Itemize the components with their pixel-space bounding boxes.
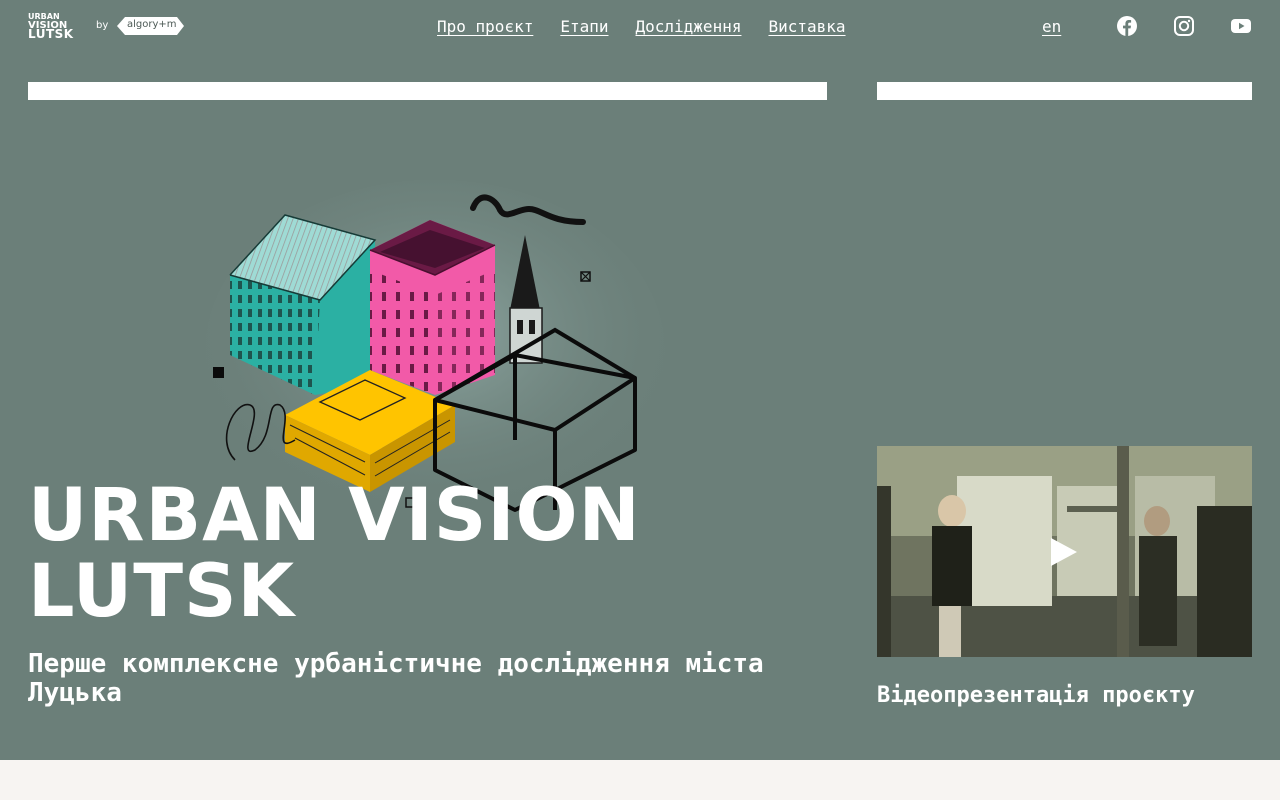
- hero-title-line-2: LUTSK: [28, 549, 296, 634]
- next-section-bg: [0, 760, 1280, 800]
- algorythm-logo[interactable]: algory+m: [117, 17, 184, 35]
- nav-item-about[interactable]: Про проєкт: [437, 17, 533, 36]
- logo-line-3: LUTSK: [28, 27, 74, 41]
- hero-subtitle: Перше комплексне урбаністичне дослідженн…: [28, 649, 764, 708]
- youtube-icon[interactable]: [1230, 15, 1252, 37]
- partner-name: algory+m: [127, 19, 177, 30]
- facebook-icon[interactable]: [1116, 15, 1138, 37]
- nav-item-exhibition[interactable]: Виставка: [768, 17, 845, 36]
- urban-vision-logo[interactable]: URBAN VISION LUTSK: [28, 12, 84, 42]
- hero-title-line-1: URBAN VISION: [28, 473, 641, 558]
- main-nav: Про проєкт Етапи Дослідження Виставка: [437, 17, 846, 36]
- instagram-icon[interactable]: [1173, 15, 1195, 37]
- progress-bar-right: [877, 82, 1252, 100]
- play-icon[interactable]: [1049, 536, 1079, 568]
- video-caption[interactable]: Відеопрезентація проєкту: [877, 683, 1195, 708]
- language-switch[interactable]: en: [1042, 17, 1061, 36]
- hero-section: URBAN VISION LUTSK by algory+m Про проєк…: [0, 0, 1280, 760]
- nav-item-research[interactable]: Дослідження: [636, 17, 742, 36]
- hero-title: URBAN VISION LUTSK: [28, 478, 641, 630]
- nav-item-stages[interactable]: Етапи: [560, 17, 608, 36]
- progress-bar-left: [28, 82, 827, 100]
- by-label: by: [96, 20, 109, 31]
